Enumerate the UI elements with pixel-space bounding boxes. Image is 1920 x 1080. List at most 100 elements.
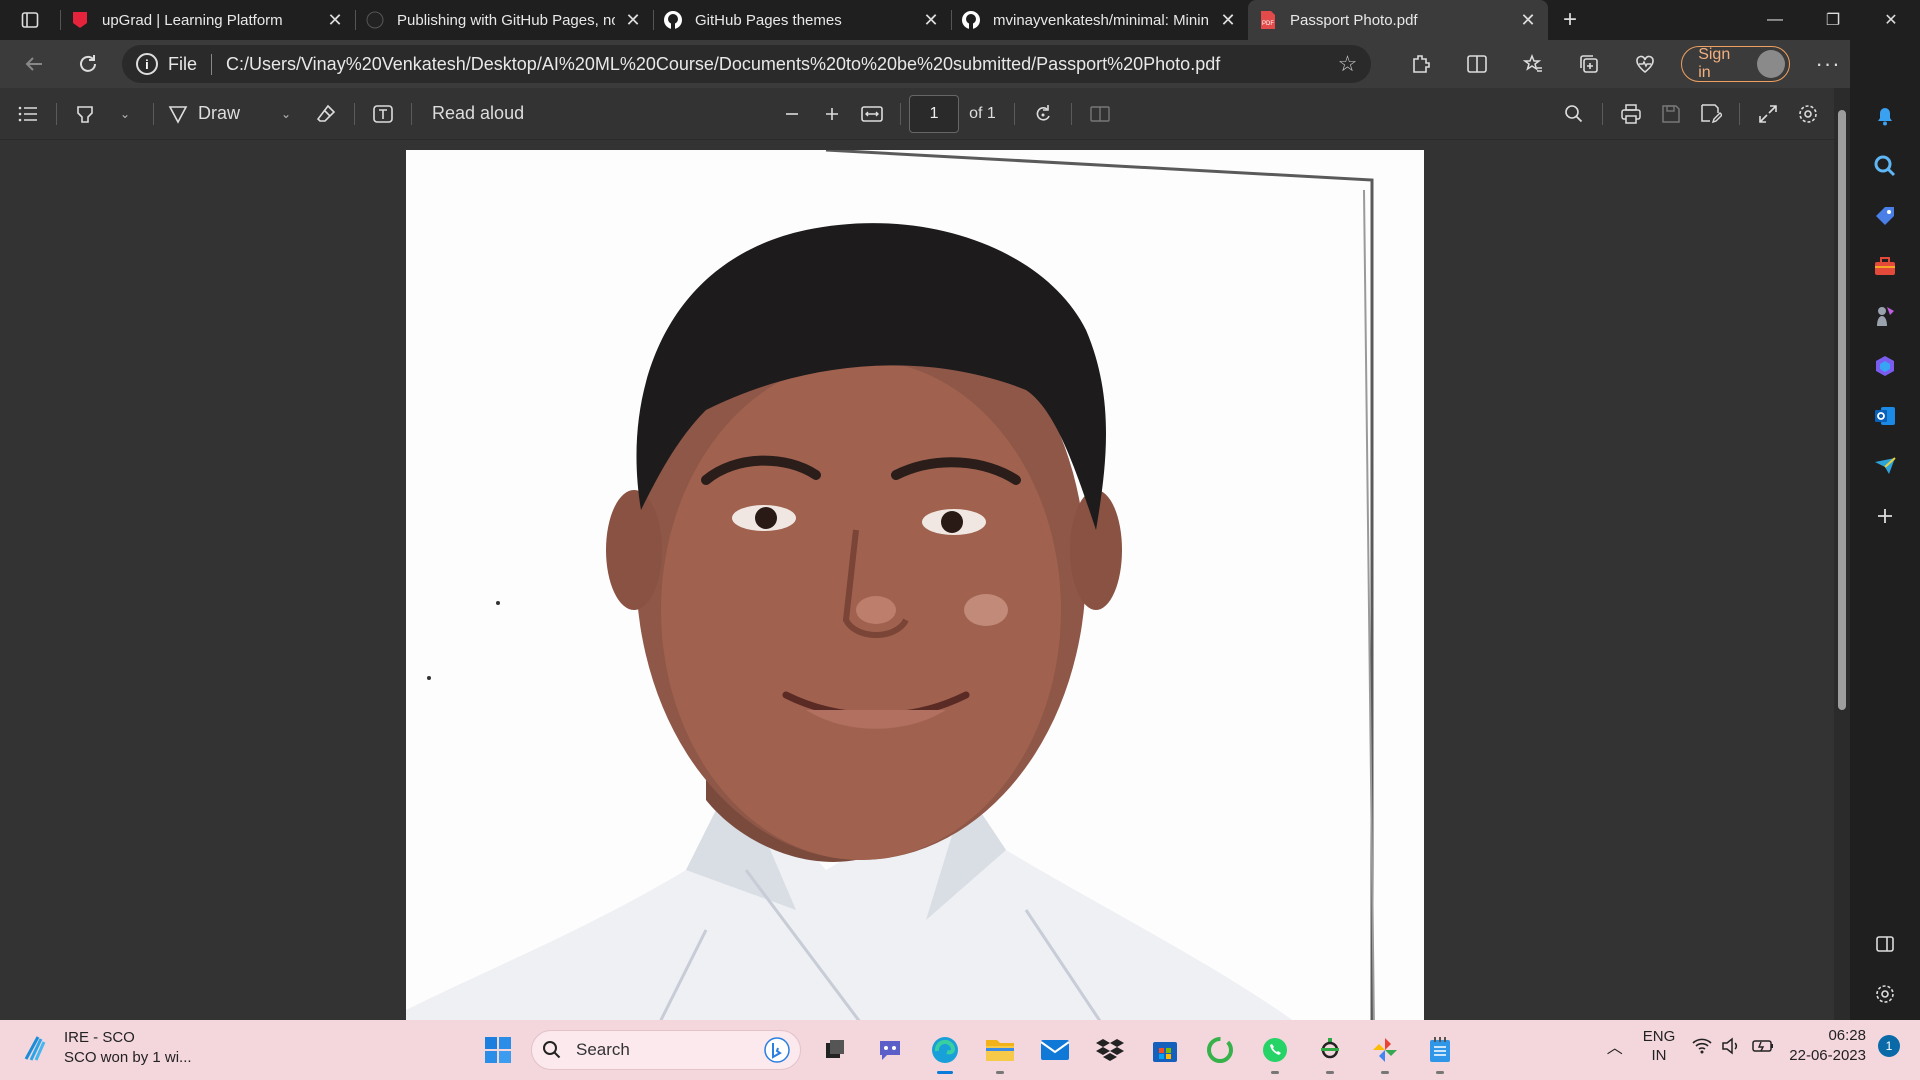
page-total: of 1 <box>969 104 996 122</box>
highlight-icon[interactable] <box>65 94 105 134</box>
search-icon[interactable] <box>1861 142 1909 190</box>
browser-essentials-icon[interactable] <box>1617 44 1673 84</box>
close-icon[interactable]: ✕ <box>623 10 643 31</box>
read-aloud-button[interactable]: Read aloud <box>420 94 536 134</box>
window-close-icon[interactable]: ✕ <box>1862 0 1920 40</box>
shopping-tag-icon[interactable] <box>1861 192 1909 240</box>
zoom-out-button[interactable] <box>772 94 812 134</box>
refresh-button[interactable] <box>66 44 110 84</box>
weather-widget[interactable]: IRE - SCO SCO won by 1 wi... <box>20 1028 192 1068</box>
joystick-app-icon[interactable] <box>1302 1026 1357 1074</box>
restore-icon[interactable]: ❐ <box>1804 0 1862 40</box>
active-indicator <box>937 1071 953 1074</box>
chevron-up-icon[interactable]: ︿ <box>1607 1034 1623 1058</box>
clock[interactable]: 06:28 22-06-2023 <box>1789 1026 1866 1066</box>
divider <box>1070 102 1072 125</box>
microsoft-365-icon[interactable] <box>1861 342 1909 390</box>
divider <box>1013 102 1015 125</box>
close-icon[interactable]: ✕ <box>325 10 345 31</box>
page-number-input[interactable]: 1 <box>909 94 960 133</box>
running-indicator <box>996 1071 1004 1074</box>
url-text[interactable]: C:/Users/Vinay%20Venkatesh/Desktop/AI%20… <box>226 54 1338 75</box>
draw-label: Draw <box>198 103 241 123</box>
task-view-icon[interactable] <box>807 1026 862 1074</box>
address-bar[interactable]: i File C:/Users/Vinay%20Venkatesh/Deskto… <box>121 45 1372 83</box>
find-icon[interactable] <box>1554 94 1594 134</box>
close-icon[interactable]: ✕ <box>921 10 941 31</box>
sidebar-settings-icon[interactable] <box>1861 970 1909 1018</box>
taskbar-search[interactable]: Search <box>531 1030 801 1070</box>
edge-browser-icon[interactable] <box>917 1026 972 1074</box>
chevron-down-icon[interactable]: ⌄ <box>105 94 145 134</box>
refresh-app-icon[interactable] <box>1192 1026 1247 1074</box>
zoom-in-button[interactable] <box>812 94 852 134</box>
contents-list-icon[interactable] <box>8 94 48 134</box>
whatsapp-icon[interactable] <box>1247 1026 1302 1074</box>
favorites-icon[interactable] <box>1505 44 1561 84</box>
running-indicator <box>1271 1071 1279 1074</box>
draw-button[interactable]: Draw <box>162 94 246 134</box>
print-icon[interactable] <box>1611 94 1651 134</box>
battery-icon[interactable] <box>1751 1036 1775 1056</box>
notification-badge[interactable]: 1 <box>1878 1035 1900 1057</box>
teams-chat-icon[interactable] <box>862 1026 917 1074</box>
microsoft-store-icon[interactable] <box>1137 1026 1192 1074</box>
taskbar-apps: Search <box>470 1026 1467 1074</box>
tab-title: Publishing with GitHub Pages, no <box>397 11 615 29</box>
close-icon[interactable]: ✕ <box>1518 10 1538 31</box>
new-tab-button[interactable]: + <box>1548 6 1592 34</box>
pdf-settings-icon[interactable] <box>1788 94 1828 134</box>
add-sidebar-app-icon[interactable] <box>1861 492 1909 540</box>
save-icon[interactable] <box>1651 94 1691 134</box>
save-as-icon[interactable] <box>1691 94 1731 134</box>
github-icon <box>365 10 385 30</box>
split-screen-icon[interactable] <box>1449 44 1505 84</box>
tools-briefcase-icon[interactable] <box>1861 242 1909 290</box>
hide-sidebar-icon[interactable] <box>1861 920 1909 968</box>
chevron-down-icon[interactable]: ⌄ <box>266 94 306 134</box>
text-box-icon[interactable] <box>363 94 403 134</box>
tab-passport-pdf[interactable]: PDF Passport Photo.pdf ✕ <box>1248 0 1548 40</box>
fit-width-icon[interactable] <box>852 94 892 134</box>
close-icon[interactable]: ✕ <box>1218 10 1238 31</box>
pdf-viewer[interactable] <box>0 140 1834 1020</box>
tab-upgrad[interactable]: upGrad | Learning Platform ✕ <box>60 0 355 40</box>
tab-actions-button[interactable] <box>0 0 60 40</box>
tab-title: upGrad | Learning Platform <box>102 11 283 29</box>
start-button[interactable] <box>470 1026 525 1074</box>
tab-actions-icon <box>21 12 39 28</box>
clock-time: 06:28 <box>1828 1027 1866 1044</box>
tab-github-pages[interactable]: Publishing with GitHub Pages, no ✕ <box>355 0 653 40</box>
vertical-scrollbar[interactable] <box>1834 88 1850 1020</box>
back-button[interactable] <box>12 44 56 84</box>
pinwheel-app-icon[interactable] <box>1357 1026 1412 1074</box>
wifi-icon[interactable] <box>1691 1036 1713 1056</box>
notepad-icon[interactable] <box>1412 1026 1467 1074</box>
eraser-icon[interactable] <box>306 94 346 134</box>
scrollbar-thumb[interactable] <box>1838 110 1846 710</box>
volume-icon[interactable] <box>1721 1036 1743 1056</box>
info-icon[interactable]: i <box>135 53 158 75</box>
tab-github-themes[interactable]: GitHub Pages themes ✕ <box>653 0 951 40</box>
tab-github-minimal[interactable]: mvinayvenkatesh/minimal: Minin ✕ <box>951 0 1248 40</box>
collections-icon[interactable] <box>1561 44 1617 84</box>
fullscreen-icon[interactable] <box>1748 94 1788 134</box>
sign-in-button[interactable]: Sign in <box>1681 46 1791 82</box>
language-indicator[interactable]: ENG IN <box>1643 1027 1676 1065</box>
extensions-icon[interactable] <box>1393 44 1449 84</box>
file-explorer-icon[interactable] <box>972 1026 1027 1074</box>
bell-icon[interactable] <box>1861 92 1909 140</box>
mail-icon[interactable] <box>1027 1026 1082 1074</box>
address-row: i File C:/Users/Vinay%20Venkatesh/Deskto… <box>0 40 1920 88</box>
games-icon[interactable] <box>1861 292 1909 340</box>
outlook-icon[interactable] <box>1861 392 1909 440</box>
dropbox-icon[interactable] <box>1082 1026 1137 1074</box>
favorite-star-icon[interactable]: ☆ <box>1338 51 1358 77</box>
running-indicator <box>1326 1071 1334 1074</box>
send-drop-icon[interactable] <box>1861 442 1909 490</box>
minimize-icon[interactable]: — <box>1746 0 1804 40</box>
page-view-icon[interactable] <box>1080 94 1120 134</box>
rotate-icon[interactable] <box>1023 94 1063 134</box>
more-options-icon[interactable]: ··· <box>1800 44 1856 84</box>
pdf-page <box>406 150 1424 1020</box>
